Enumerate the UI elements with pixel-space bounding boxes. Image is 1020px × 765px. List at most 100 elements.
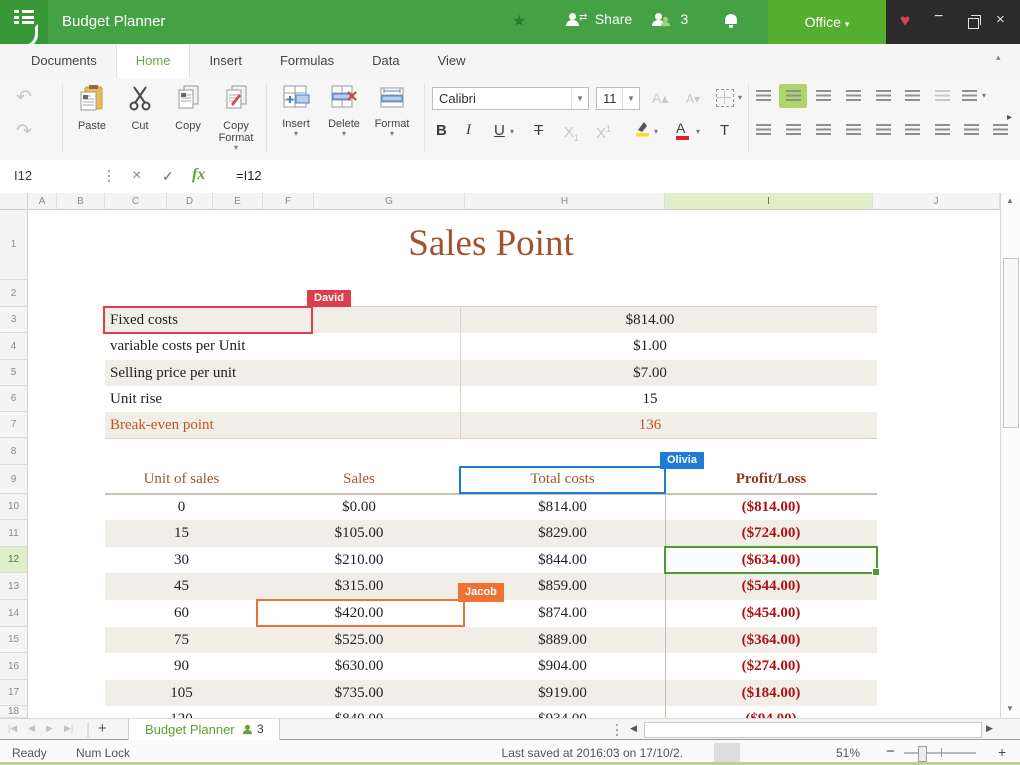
- formula-input[interactable]: =I12: [236, 168, 262, 183]
- info-value-cell[interactable]: $814.00: [460, 307, 840, 333]
- insert-function-fx-icon[interactable]: fx: [192, 166, 205, 184]
- column-header-H[interactable]: H: [465, 193, 665, 210]
- menu-tab-view[interactable]: View: [419, 44, 485, 78]
- align-left-icon[interactable]: [756, 124, 771, 135]
- info-value-cell[interactable]: 136: [460, 412, 840, 438]
- restore-button[interactable]: [968, 16, 979, 34]
- app-logo-icon[interactable]: [0, 0, 48, 44]
- data-cell[interactable]: $874.00: [460, 600, 665, 627]
- data-cell[interactable]: ($814.00): [665, 494, 877, 520]
- row-header-10[interactable]: 10: [0, 494, 28, 520]
- data-cell[interactable]: $210.00: [258, 547, 460, 573]
- last-sheet-icon[interactable]: ▶|: [64, 723, 73, 734]
- row-header-2[interactable]: 2: [0, 280, 28, 307]
- main-header-cell[interactable]: Unit of sales: [105, 465, 258, 494]
- copy-format-button[interactable]: Copy Format ▾: [212, 84, 260, 152]
- row-header-17[interactable]: 17: [0, 680, 28, 706]
- bold-button[interactable]: B: [436, 122, 447, 139]
- row-header-15[interactable]: 15: [0, 627, 28, 653]
- row-header-7[interactable]: 7: [0, 412, 28, 438]
- zoom-slider-track[interactable]: [904, 752, 976, 754]
- data-cell[interactable]: 105: [105, 680, 258, 706]
- scroll-up-icon[interactable]: ▲: [1006, 196, 1014, 205]
- next-sheet-icon[interactable]: ▶: [46, 723, 53, 734]
- row-header-5[interactable]: 5: [0, 360, 28, 386]
- row-header-8[interactable]: 8: [0, 438, 28, 465]
- menu-tab-documents[interactable]: Documents: [12, 44, 116, 78]
- data-cell[interactable]: 60: [105, 600, 258, 627]
- collapse-toolbar-icon[interactable]: ▴: [996, 52, 1001, 63]
- data-cell[interactable]: $904.00: [460, 653, 665, 680]
- office-menu-button[interactable]: Office ▾: [768, 0, 886, 44]
- vertical-text-icon[interactable]: [846, 90, 861, 101]
- italic-button[interactable]: I: [466, 122, 471, 139]
- zoom-slider-thumb[interactable]: [918, 746, 927, 762]
- copy-button[interactable]: Copy: [164, 84, 212, 132]
- data-cell[interactable]: $315.00: [258, 573, 460, 600]
- text-direction-icon[interactable]: [846, 124, 861, 135]
- align-bottom-icon[interactable]: [816, 90, 831, 101]
- underline-button[interactable]: U: [494, 122, 505, 139]
- confirm-entry-icon[interactable]: ✓: [162, 168, 174, 185]
- undo-button[interactable]: ↶: [16, 86, 32, 109]
- info-value-cell[interactable]: $7.00: [460, 360, 840, 386]
- row-header-13[interactable]: 13: [0, 573, 28, 600]
- paste-button[interactable]: Paste: [68, 84, 116, 132]
- add-sheet-button[interactable]: +: [98, 720, 107, 737]
- merge-cells-icon[interactable]: [935, 90, 950, 101]
- info-label-cell[interactable]: variable costs per Unit: [110, 333, 450, 360]
- data-cell[interactable]: $814.00: [460, 494, 665, 520]
- row-header-12[interactable]: 12: [0, 547, 28, 573]
- highlight-color-button[interactable]: [634, 120, 650, 143]
- column-header-C[interactable]: C: [105, 193, 167, 210]
- increase-font-button[interactable]: A▴: [652, 90, 668, 107]
- fill-handle[interactable]: [872, 568, 880, 576]
- column-header-J[interactable]: J: [873, 193, 1000, 210]
- cancel-entry-icon[interactable]: ×: [132, 167, 141, 185]
- vertical-scrollbar[interactable]: ▲ ▼: [1000, 193, 1020, 718]
- column-header-F[interactable]: F: [263, 193, 314, 210]
- column-header-D[interactable]: D: [167, 193, 213, 210]
- select-all-corner[interactable]: [0, 193, 28, 210]
- inline-text-icon[interactable]: [905, 124, 920, 135]
- info-label-cell[interactable]: Selling price per unit: [110, 360, 450, 386]
- heart-icon[interactable]: ♥: [900, 11, 910, 31]
- horizontal-scrollbar[interactable]: [644, 722, 982, 738]
- zoom-in-button[interactable]: +: [998, 744, 1006, 760]
- font-color-button[interactable]: A: [676, 120, 685, 136]
- more-tools-chevron-icon[interactable]: ▸: [1007, 112, 1012, 123]
- online-users-button[interactable]: 3: [652, 11, 688, 29]
- name-box[interactable]: I12: [14, 168, 32, 183]
- menu-tab-home[interactable]: Home: [116, 44, 191, 78]
- tabbar-resize-handle[interactable]: [616, 724, 618, 736]
- superscript-button[interactable]: X1: [596, 124, 611, 142]
- data-cell[interactable]: $105.00: [258, 520, 460, 547]
- cell-style-icon[interactable]: [962, 90, 977, 101]
- row-header-16[interactable]: 16: [0, 653, 28, 680]
- redo-button[interactable]: ↷: [16, 120, 32, 143]
- cut-button[interactable]: Cut: [116, 84, 164, 132]
- font-name-select[interactable]: Calibri▼: [432, 87, 589, 110]
- data-cell[interactable]: 30: [105, 547, 258, 573]
- format-cells-button[interactable]: Format ▾: [368, 84, 416, 138]
- notifications-bell-icon[interactable]: [724, 14, 738, 33]
- data-cell[interactable]: ($184.00): [665, 680, 877, 706]
- minimize-button[interactable]: −: [934, 8, 943, 26]
- cell-style-caret-icon[interactable]: ▾: [982, 91, 986, 100]
- align-middle-icon[interactable]: [786, 90, 801, 101]
- page-layout-view-button[interactable]: [752, 743, 778, 762]
- active-cell-selection[interactable]: [664, 546, 878, 574]
- column-header-G[interactable]: G: [314, 193, 465, 210]
- data-cell[interactable]: ($364.00): [665, 627, 877, 653]
- data-cell[interactable]: $0.00: [258, 494, 460, 520]
- row-header-9[interactable]: 9: [0, 465, 28, 494]
- page-break-view-button[interactable]: [786, 743, 812, 762]
- subscript-button[interactable]: X1: [564, 124, 579, 143]
- highlight-caret-icon[interactable]: ▾: [654, 127, 658, 136]
- font-color-caret-icon[interactable]: ▾: [696, 127, 700, 136]
- align-top-icon[interactable]: [756, 90, 771, 101]
- info-value-cell[interactable]: $1.00: [460, 333, 840, 360]
- delete-cells-button[interactable]: Delete ▾: [320, 84, 368, 138]
- insert-cells-button[interactable]: Insert ▾: [272, 84, 320, 138]
- justify-icon[interactable]: [876, 124, 891, 135]
